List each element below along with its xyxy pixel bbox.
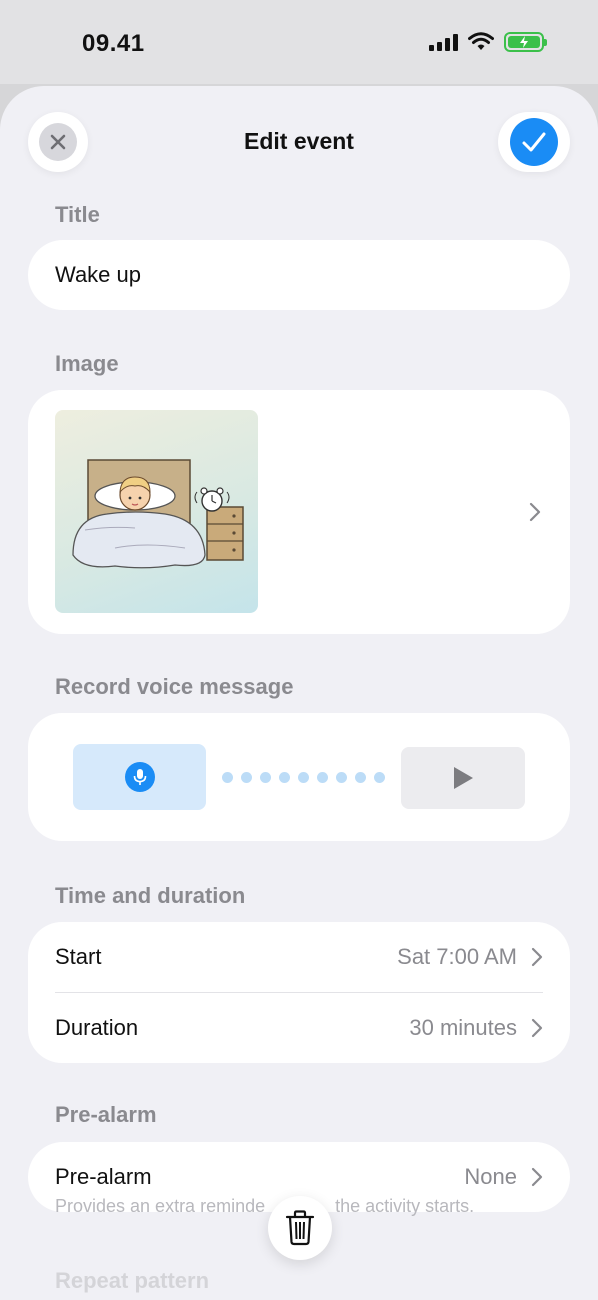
prealarm-footnote: Provides an extra reminde the activity st… bbox=[55, 1196, 474, 1217]
duration-value: 30 minutes bbox=[409, 1015, 517, 1040]
recording-progress-dots bbox=[222, 772, 385, 783]
footnote-right: the activity starts. bbox=[335, 1196, 475, 1216]
duration-label: Duration bbox=[55, 1015, 139, 1040]
trash-icon bbox=[285, 1210, 315, 1246]
chevron-right-icon bbox=[531, 1167, 543, 1187]
start-row[interactable]: Start Sat 7:00 AM bbox=[28, 922, 570, 992]
confirm-button[interactable] bbox=[498, 112, 570, 172]
delete-button[interactable] bbox=[268, 1196, 332, 1260]
wifi-icon bbox=[468, 32, 494, 50]
status-bar: 09.41 bbox=[0, 0, 598, 84]
repeat-section-label: Repeat pattern bbox=[55, 1268, 210, 1293]
chevron-right-icon bbox=[529, 502, 541, 522]
wake-up-illustration bbox=[55, 410, 258, 613]
start-value: Sat 7:00 AM bbox=[397, 944, 517, 969]
edit-event-sheet: Edit event Title Wake up Image Record vo… bbox=[0, 86, 598, 1300]
voice-message-card bbox=[28, 713, 570, 841]
checkmark-icon bbox=[522, 132, 546, 152]
start-label: Start bbox=[55, 944, 102, 969]
chevron-right-icon bbox=[531, 947, 543, 967]
prealarm-value: None bbox=[464, 1164, 517, 1189]
record-button[interactable] bbox=[73, 744, 206, 810]
prealarm-label: Pre-alarm bbox=[55, 1164, 152, 1189]
play-icon bbox=[454, 767, 473, 789]
microphone-icon bbox=[133, 769, 146, 785]
prealarm-section-label: Pre-alarm bbox=[55, 1102, 157, 1127]
time-section-label: Time and duration bbox=[55, 883, 246, 908]
voice-section-label: Record voice message bbox=[55, 674, 294, 699]
battery-charging-icon bbox=[504, 32, 547, 52]
time-duration-card: Start Sat 7:00 AM Duration 30 minutes bbox=[28, 922, 570, 1063]
signal-icon bbox=[429, 33, 458, 51]
footnote-left: Provides an extra reminde bbox=[55, 1196, 266, 1216]
status-icons bbox=[429, 32, 547, 52]
image-picker[interactable] bbox=[28, 390, 570, 634]
chevron-right-icon bbox=[531, 1018, 543, 1038]
duration-row[interactable]: Duration 30 minutes bbox=[28, 993, 570, 1063]
status-time: 09.41 bbox=[82, 30, 145, 57]
title-section-label: Title bbox=[55, 202, 100, 227]
image-section-label: Image bbox=[55, 351, 119, 376]
title-input[interactable]: Wake up bbox=[28, 240, 570, 310]
play-button[interactable] bbox=[401, 747, 525, 809]
